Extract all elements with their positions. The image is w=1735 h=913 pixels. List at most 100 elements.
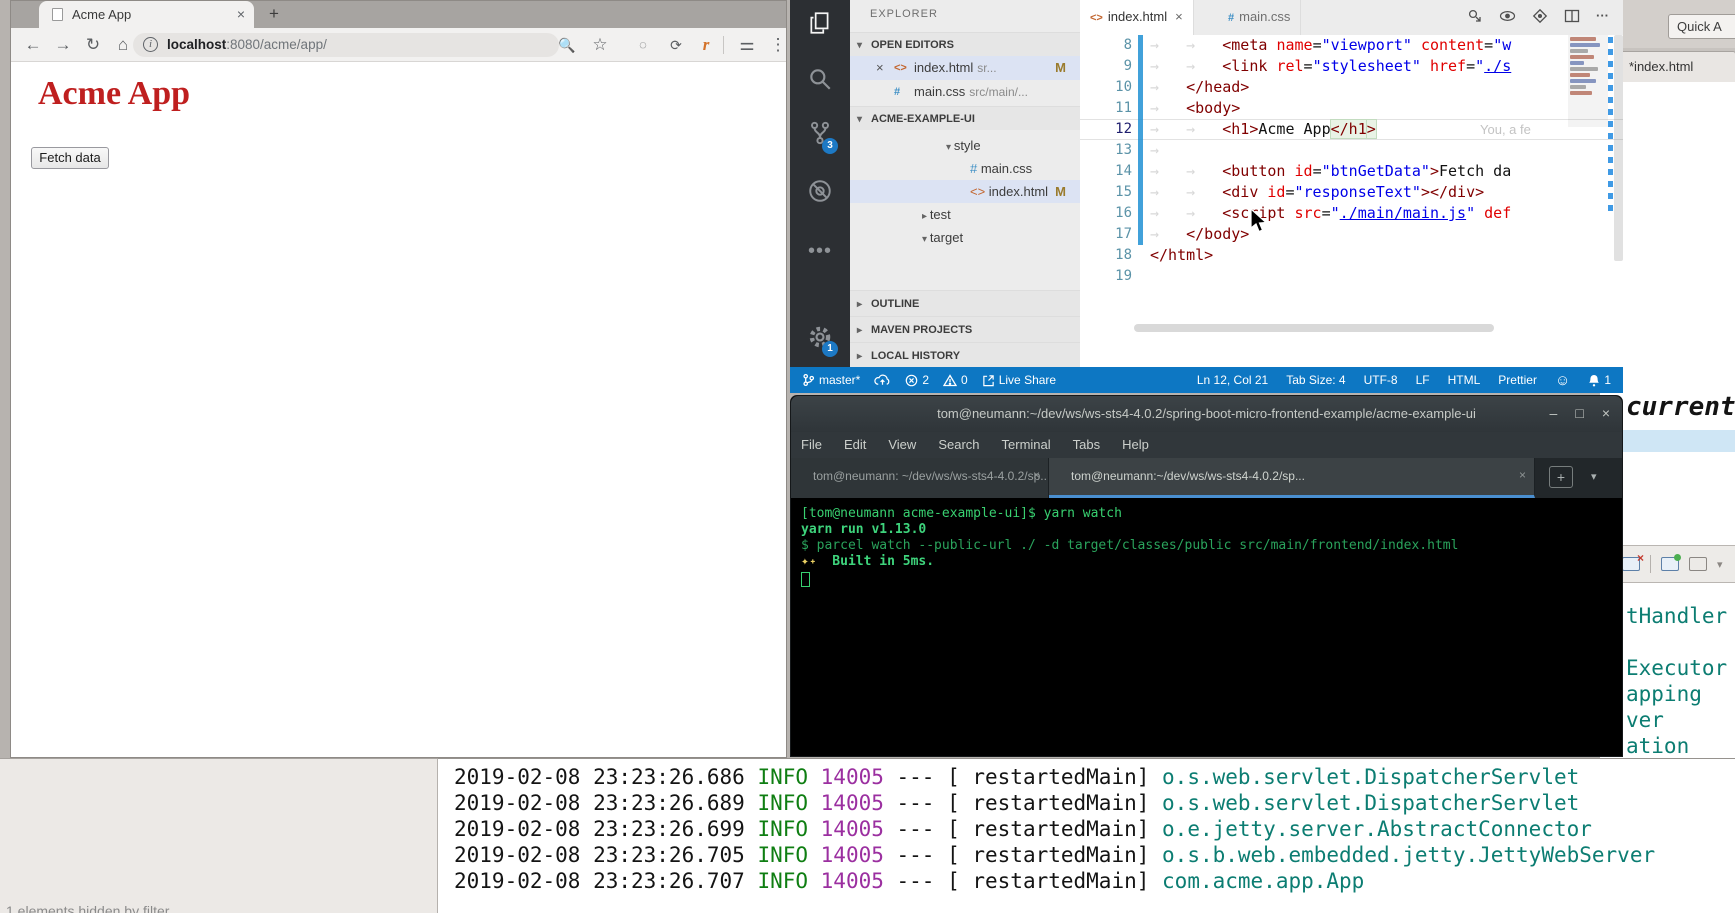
terminal-window: tom@neumann:~/dev/ws/ws-sts4-4.0.2/sprin… xyxy=(790,395,1623,757)
status-item[interactable]: Prettier xyxy=(1498,373,1537,387)
more-actions-icon[interactable]: ··· xyxy=(1596,8,1609,24)
terminal-titlebar[interactable]: tom@neumann:~/dev/ws/ws-sts4-4.0.2/sprin… xyxy=(791,396,1622,432)
terminal-tab-dropdown-icon[interactable]: ▾ xyxy=(1591,470,1597,498)
sidebar-section-header[interactable]: ▸OUTLINE xyxy=(850,290,1080,316)
eclipse-tab-label: *index.html xyxy=(1629,59,1693,74)
home-icon[interactable]: ⌂ xyxy=(113,35,133,55)
code-text: → → <h1>Acme App</h1> xyxy=(1150,119,1376,140)
gitlens-icon[interactable] xyxy=(1532,8,1548,24)
menu-item-edit[interactable]: Edit xyxy=(844,432,866,458)
menu-item-help[interactable]: Help xyxy=(1122,432,1149,458)
display-console-icon[interactable] xyxy=(1689,557,1707,571)
project-header[interactable]: ▾ACME-EXAMPLE-UI xyxy=(850,106,1080,130)
status-item[interactable]: UTF-8 xyxy=(1364,373,1398,387)
close-icon[interactable]: × xyxy=(1519,468,1526,482)
close-icon[interactable]: × xyxy=(1175,9,1183,24)
reload-icon[interactable]: ↻ xyxy=(83,35,103,55)
menu-item-file[interactable]: File xyxy=(801,432,822,458)
tree-item[interactable]: ▸ test xyxy=(850,203,1080,226)
css-file-icon: # xyxy=(970,161,981,176)
status-item[interactable]: Tab Size: 4 xyxy=(1286,373,1345,387)
browser-menu-icon[interactable]: ⋮ xyxy=(768,35,788,55)
gitlens-blame-hint: You, a fe xyxy=(1480,119,1531,140)
open-editors-header[interactable]: ▾OPEN EDITORS xyxy=(850,32,1080,56)
new-tab-button[interactable]: + xyxy=(263,4,285,25)
more-extensions-icon[interactable]: ••• xyxy=(805,236,835,266)
back-icon[interactable]: ← xyxy=(23,35,43,55)
terminal-line: ✦˖ Built in 5ms. xyxy=(801,554,1622,570)
sidebar-section-header[interactable]: ▸LOCAL HISTORY xyxy=(850,342,1080,367)
extension-circle-icon[interactable]: ◌ xyxy=(633,35,653,55)
code-lines[interactable]: 8→ → <meta name="viewport" content="w9→ … xyxy=(1080,35,1623,325)
maximize-icon[interactable]: □ xyxy=(1575,396,1583,432)
editor-tab[interactable]: <>index.html× xyxy=(1080,0,1194,35)
browser-tab[interactable]: Acme App × xyxy=(39,1,254,28)
pin-console-icon[interactable] xyxy=(1661,557,1679,571)
explorer-icon[interactable] xyxy=(805,8,835,38)
tree-item[interactable]: ▾ target xyxy=(850,226,1080,249)
site-info-icon[interactable]: i xyxy=(143,37,158,52)
editor-tab[interactable]: #main.css xyxy=(1218,0,1301,35)
line-number: 11 xyxy=(1080,98,1132,119)
close-icon[interactable]: × xyxy=(1602,396,1610,432)
chevron-down-icon[interactable]: ▾ xyxy=(1717,558,1723,571)
error-icon xyxy=(905,374,918,387)
address-bar[interactable]: i localhost:8080/acme/app/ xyxy=(133,33,559,57)
close-console-icon[interactable] xyxy=(1622,557,1640,571)
forward-icon[interactable]: → xyxy=(53,35,73,55)
line-number: 15 xyxy=(1080,182,1132,203)
status-item-branch[interactable]: master* xyxy=(802,373,860,387)
bookmark-star-icon[interactable]: ☆ xyxy=(590,35,610,55)
vertical-scrollbar[interactable] xyxy=(1614,35,1623,261)
menu-item-search[interactable]: Search xyxy=(938,432,979,458)
terminal-output[interactable]: [tom@neumann acme-example-ui]$ yarn watc… xyxy=(791,498,1622,758)
eclipse-editor-tab[interactable]: *index.html xyxy=(1606,51,1735,82)
status-item-error[interactable]: 2 xyxy=(905,373,929,387)
open-editor-item[interactable]: #main.csssrc/main/... xyxy=(850,80,1080,104)
open-changes-icon[interactable] xyxy=(1467,8,1483,24)
extension-script-icon[interactable]: r xyxy=(696,35,716,55)
minimize-icon[interactable]: – xyxy=(1550,396,1558,432)
terminal-tab[interactable]: tom@neumann: ~/dev/ws/ws-sts4-4.0.2/sp..… xyxy=(791,458,1049,498)
status-item-warning[interactable]: 0 xyxy=(943,373,968,387)
menu-item-tabs[interactable]: Tabs xyxy=(1073,432,1100,458)
file-name: target xyxy=(930,230,963,245)
menu-item-view[interactable]: View xyxy=(888,432,916,458)
mouse-cursor xyxy=(1248,208,1270,234)
feedback-smiley-icon[interactable]: ☺ xyxy=(1555,372,1570,389)
close-icon[interactable]: × xyxy=(876,56,884,80)
preview-eye-icon[interactable] xyxy=(1499,8,1516,24)
open-editor-item[interactable]: ×<>index.htmlsr...M xyxy=(850,56,1080,80)
line-number: 10 xyxy=(1080,77,1132,98)
code-line: 19 xyxy=(1080,266,1623,287)
code-text: </html> xyxy=(1150,245,1213,266)
close-icon[interactable]: × xyxy=(1033,468,1040,482)
tab-close-icon[interactable]: × xyxy=(237,6,245,22)
debug-icon[interactable] xyxy=(805,176,835,206)
tree-item[interactable]: # main.css xyxy=(850,157,1080,180)
search-icon[interactable] xyxy=(805,64,835,94)
status-item[interactable]: LF xyxy=(1416,373,1430,387)
status-item[interactable]: Ln 12, Col 21 xyxy=(1197,373,1268,387)
fetch-data-button[interactable]: Fetch data xyxy=(31,147,109,169)
log-row: 2019-02-08 23:23:26.686 INFO 14005 --- [… xyxy=(438,764,1735,790)
minimap[interactable] xyxy=(1568,35,1608,265)
sidebar-section-header[interactable]: ▸MAVEN PROJECTS xyxy=(850,316,1080,342)
extension-refresh-icon[interactable]: ⟳ xyxy=(666,35,686,55)
status-item[interactable]: HTML xyxy=(1448,373,1481,387)
tune-icon[interactable]: ⚌ xyxy=(736,35,756,55)
tree-item[interactable]: <> index.htmlM xyxy=(850,180,1080,203)
file-tree: ▾ style# main.css<> index.htmlM▸ test▾ t… xyxy=(850,134,1080,249)
terminal-tab[interactable]: tom@neumann:~/dev/ws/ws-sts4-4.0.2/sp...… xyxy=(1049,458,1535,498)
status-item-cloud[interactable] xyxy=(874,373,891,387)
split-editor-icon[interactable] xyxy=(1564,8,1580,24)
code-text: → </body> xyxy=(1150,224,1249,245)
status-item-share[interactable]: Live Share xyxy=(982,373,1056,387)
zoom-icon[interactable]: 🔍 xyxy=(557,35,577,55)
menu-item-terminal[interactable]: Terminal xyxy=(1002,432,1051,458)
horizontal-scrollbar[interactable] xyxy=(1134,324,1494,332)
notification-bell[interactable]: 1 xyxy=(1588,373,1611,387)
quick-access-box[interactable]: Quick A xyxy=(1668,14,1735,39)
tree-item[interactable]: ▾ style xyxy=(850,134,1080,157)
new-terminal-tab-button[interactable]: + xyxy=(1549,466,1573,488)
